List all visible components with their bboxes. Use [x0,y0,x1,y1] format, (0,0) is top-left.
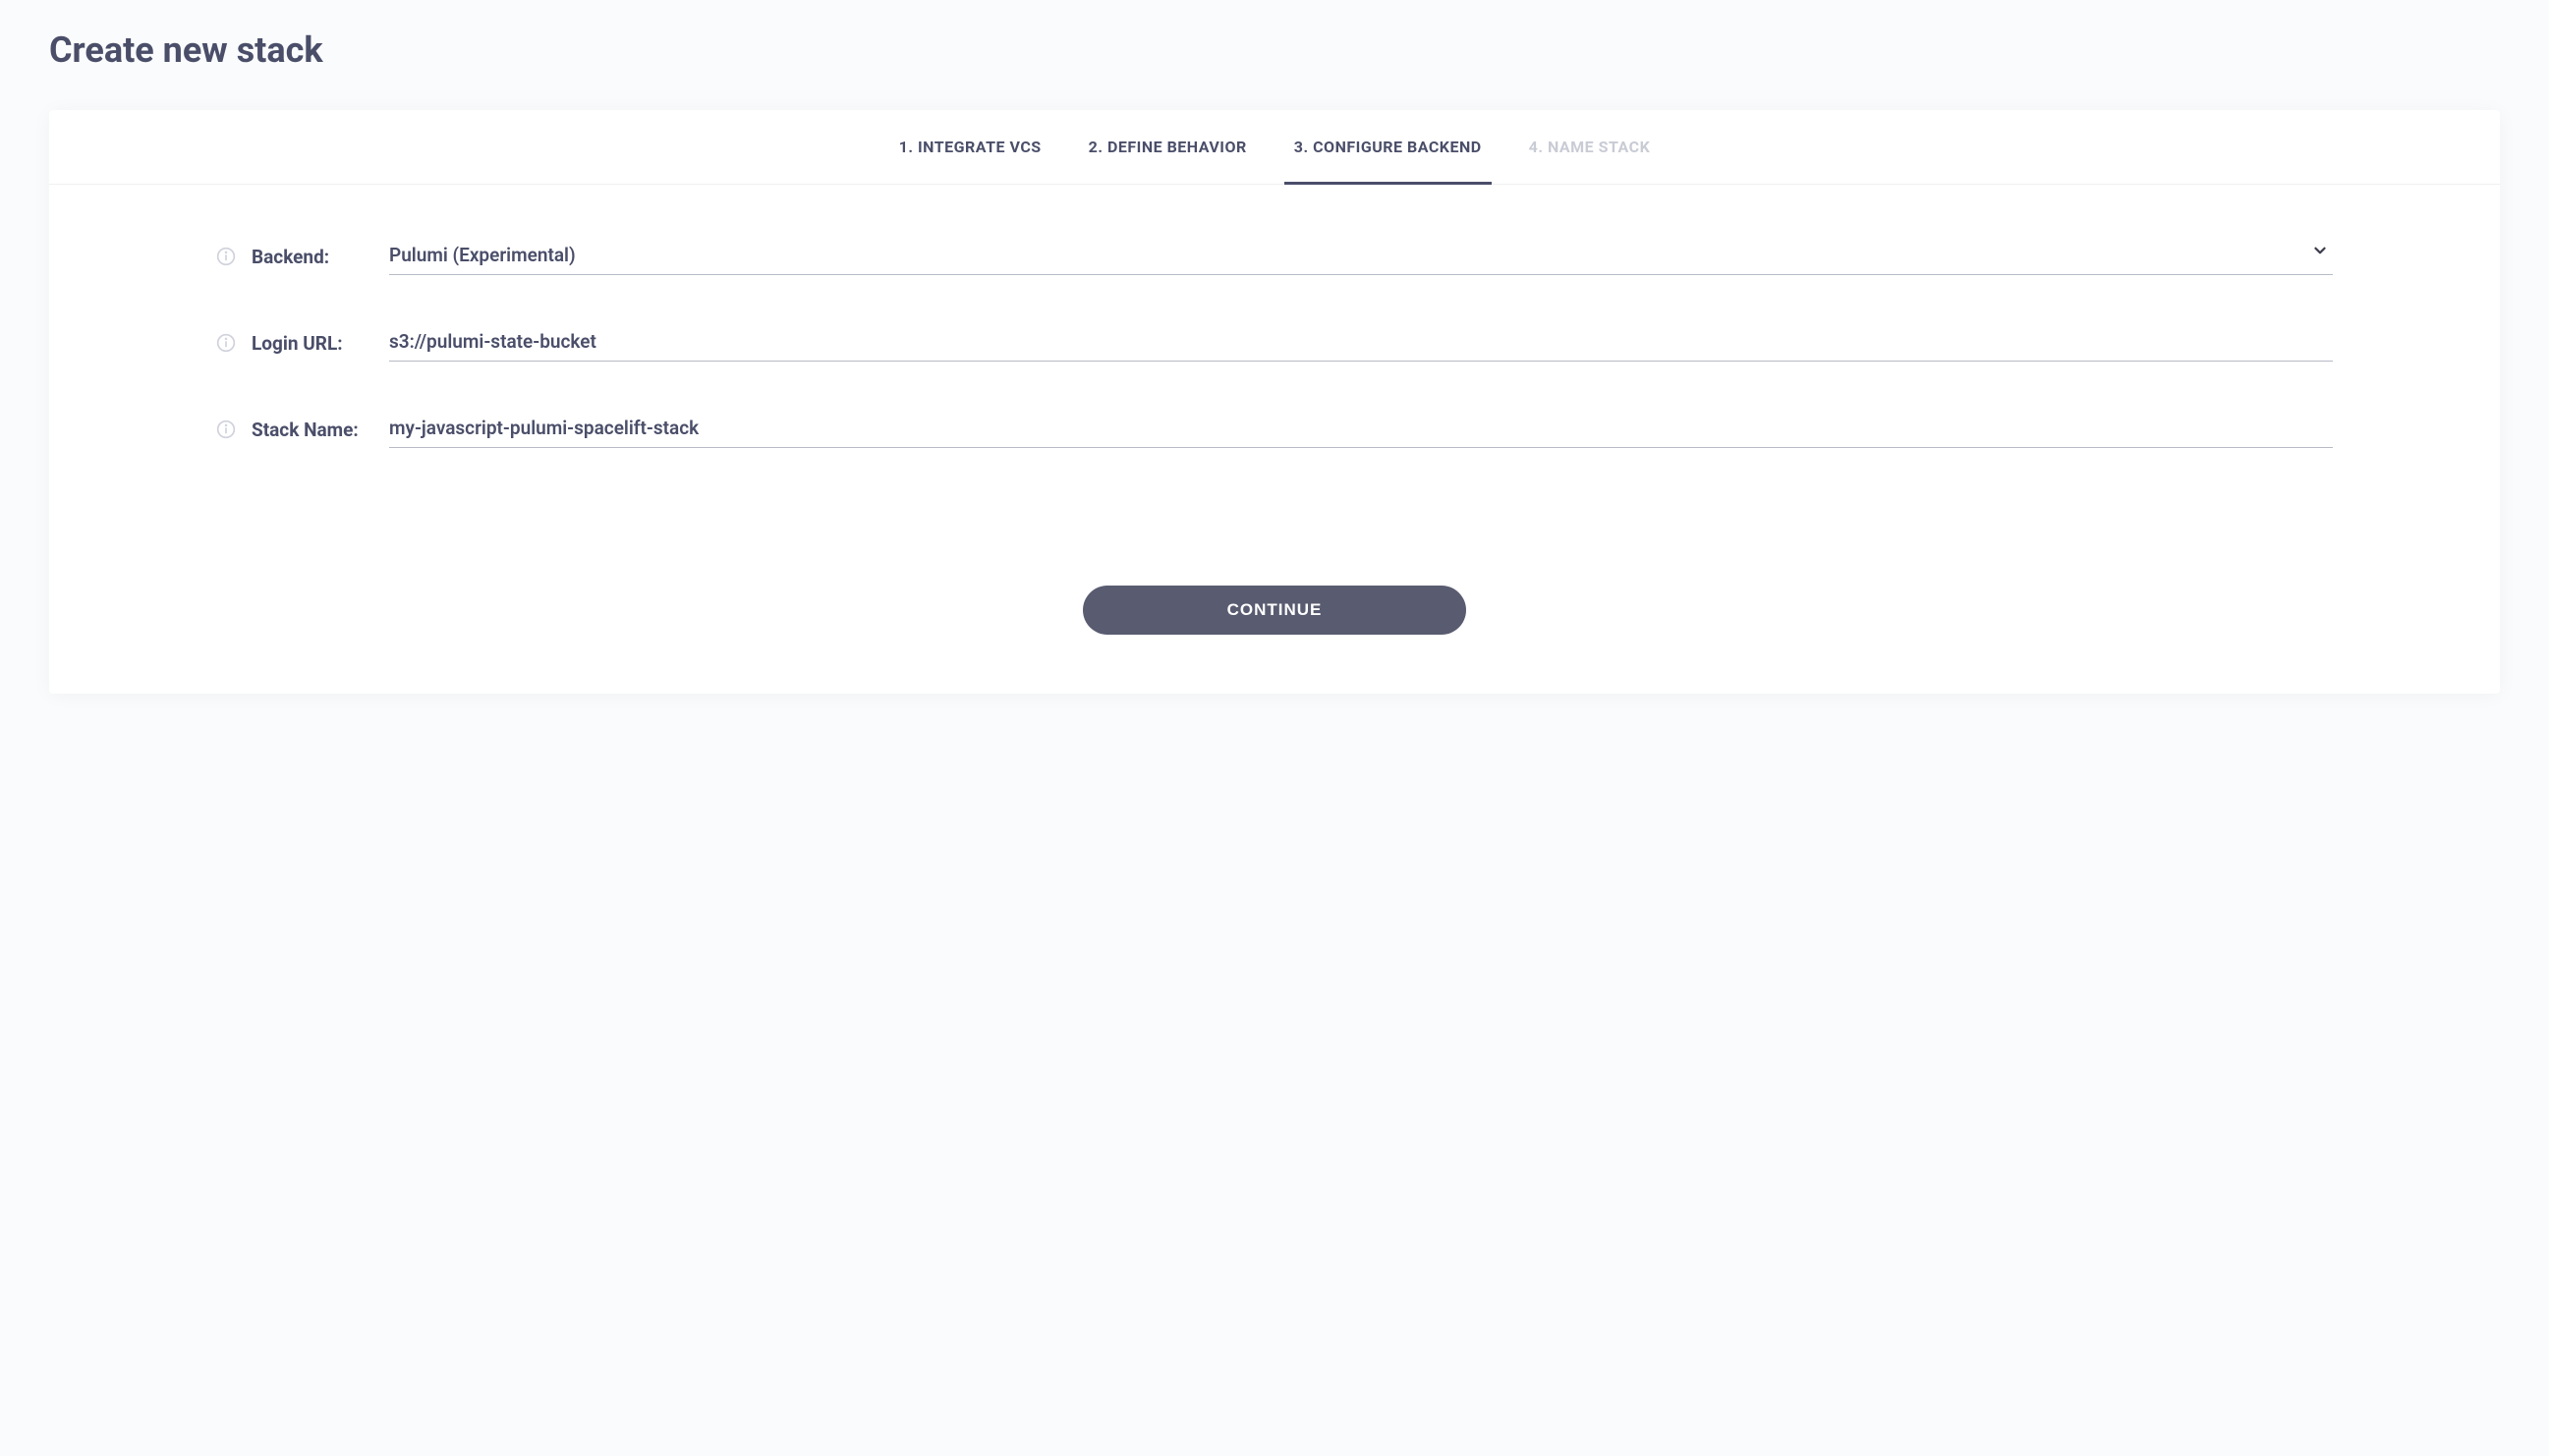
tabs-nav: 1. INTEGRATE VCS 2. DEFINE BEHAVIOR 3. C… [49,110,2500,185]
backend-label: Backend: [252,246,389,268]
tab-integrate-vcs[interactable]: 1. INTEGRATE VCS [899,110,1042,184]
info-icon[interactable] [216,247,236,266]
login-url-row: Login URL: [216,324,2333,362]
continue-button[interactable]: CONTINUE [1083,586,1466,635]
login-url-input[interactable] [389,324,2333,362]
stack-name-label: Stack Name: [252,419,389,441]
form-area: Backend: Login URL: [49,185,2500,635]
page-title: Create new stack [49,29,2500,71]
stack-name-input[interactable] [389,411,2333,448]
info-icon[interactable] [216,420,236,439]
stack-name-row: Stack Name: [216,411,2333,448]
tab-name-stack: 4. NAME STACK [1529,110,1651,184]
tab-configure-backend[interactable]: 3. CONFIGURE BACKEND [1294,110,1482,184]
info-icon[interactable] [216,333,236,353]
button-row: CONTINUE [216,586,2333,635]
backend-row: Backend: [216,238,2333,275]
form-card: 1. INTEGRATE VCS 2. DEFINE BEHAVIOR 3. C… [49,110,2500,694]
tab-define-behavior[interactable]: 2. DEFINE BEHAVIOR [1089,110,1247,184]
login-url-label: Login URL: [252,332,389,355]
backend-select[interactable] [389,238,2333,275]
